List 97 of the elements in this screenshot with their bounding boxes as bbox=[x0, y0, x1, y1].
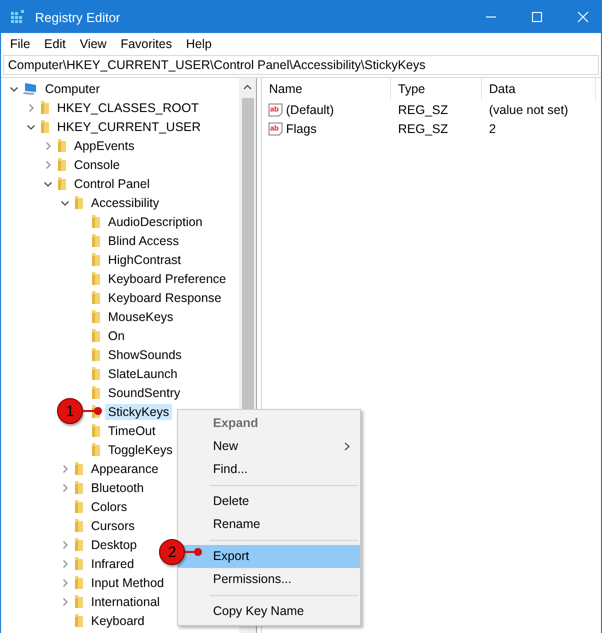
tree-item[interactable]: ShowSounds bbox=[105, 346, 185, 362]
folder-icon bbox=[91, 328, 101, 343]
tree-item[interactable]: Cursors bbox=[88, 518, 138, 534]
expand-chevron-icon[interactable] bbox=[43, 160, 53, 170]
tree-item[interactable]: SoundSentry bbox=[105, 384, 184, 400]
expand-chevron-icon[interactable] bbox=[60, 558, 70, 568]
folder-icon bbox=[74, 499, 84, 514]
callout-badge: 2 bbox=[159, 539, 185, 565]
menu-item[interactable]: Edit bbox=[37, 36, 73, 52]
expand-chevron-icon[interactable] bbox=[43, 140, 53, 150]
tree-item[interactable]: Keyboard bbox=[88, 612, 148, 628]
tree-item[interactable]: HKEY_CURRENT_USER bbox=[54, 118, 204, 134]
expand-chevron-icon[interactable] bbox=[60, 578, 70, 588]
folder-icon bbox=[74, 613, 84, 628]
app-icon bbox=[10, 9, 26, 25]
folder-icon bbox=[74, 518, 84, 533]
folder-icon bbox=[57, 176, 67, 191]
folder-icon bbox=[74, 461, 84, 476]
column-header[interactable]: Name bbox=[262, 78, 391, 100]
scroll-up-icon[interactable] bbox=[243, 84, 252, 90]
folder-icon bbox=[91, 385, 101, 400]
tree-item[interactable]: On bbox=[105, 328, 128, 344]
folder-icon bbox=[40, 119, 50, 134]
menu-item[interactable]: Find... bbox=[178, 458, 360, 481]
tree-item[interactable]: Blind Access bbox=[105, 232, 182, 248]
folder-icon bbox=[57, 157, 67, 172]
computer-icon bbox=[23, 82, 38, 96]
tree-item[interactable]: Keyboard Preference bbox=[105, 270, 230, 286]
menu-item[interactable]: Favorites bbox=[114, 36, 179, 52]
tree-item[interactable]: HKEY_CLASSES_ROOT bbox=[54, 100, 202, 116]
folder-icon bbox=[57, 138, 67, 153]
folder-icon bbox=[74, 480, 84, 495]
tree-item[interactable]: HighContrast bbox=[105, 252, 184, 268]
tree-item[interactable]: StickyKeys bbox=[105, 404, 172, 420]
value-data: 2 bbox=[488, 122, 497, 136]
expand-chevron-icon[interactable] bbox=[60, 596, 70, 606]
tree-item[interactable]: AudioDescription bbox=[105, 214, 206, 230]
tree-item[interactable]: Input Method bbox=[88, 574, 167, 590]
folder-icon bbox=[74, 537, 84, 552]
folder-icon bbox=[74, 575, 84, 590]
expand-chevron-icon[interactable] bbox=[60, 540, 70, 550]
tree-item[interactable]: Bluetooth bbox=[88, 480, 147, 496]
value-type: REG_SZ bbox=[397, 122, 450, 136]
menu-item[interactable]: File bbox=[3, 36, 38, 52]
folder-icon bbox=[91, 233, 101, 248]
menu-item[interactable]: Help bbox=[178, 36, 219, 52]
folder-icon bbox=[91, 366, 101, 381]
value-data: (value not set) bbox=[488, 102, 570, 116]
tree-item[interactable]: AppEvents bbox=[71, 138, 138, 154]
tree-item[interactable]: Infrared bbox=[88, 556, 138, 572]
tree-item[interactable]: Computer bbox=[42, 80, 103, 96]
leader-line bbox=[83, 406, 103, 416]
folder-icon bbox=[91, 290, 101, 305]
tree-item[interactable]: Desktop bbox=[88, 536, 140, 552]
folder-icon bbox=[74, 195, 84, 210]
tree-item[interactable]: Accessibility bbox=[88, 194, 162, 210]
folder-icon bbox=[91, 271, 101, 286]
leader-line bbox=[185, 547, 203, 557]
tree-item[interactable]: Colors bbox=[88, 498, 130, 514]
menu-item[interactable]: Export bbox=[178, 545, 360, 568]
tree-item[interactable]: Keyboard Response bbox=[105, 290, 224, 306]
tree-item[interactable]: Console bbox=[71, 156, 123, 172]
tree-item[interactable]: International bbox=[88, 594, 163, 610]
folder-icon bbox=[91, 252, 101, 267]
folder-icon bbox=[91, 442, 101, 457]
window-title: Registry Editor bbox=[35, 10, 120, 24]
expand-chevron-icon[interactable] bbox=[60, 482, 70, 492]
menu-item[interactable]: New bbox=[178, 435, 360, 458]
folder-icon bbox=[91, 214, 101, 229]
value-type: REG_SZ bbox=[397, 102, 450, 116]
menu-item[interactable]: Copy Key Name bbox=[178, 600, 360, 623]
folder-icon bbox=[74, 556, 84, 571]
folder-icon bbox=[40, 100, 50, 115]
tree-item[interactable]: Appearance bbox=[88, 460, 162, 476]
callout-badge: 1 bbox=[57, 398, 83, 424]
expand-chevron-icon[interactable] bbox=[60, 464, 70, 474]
folder-icon bbox=[91, 423, 101, 438]
tree-item[interactable]: TimeOut bbox=[105, 422, 158, 438]
column-header[interactable]: Data bbox=[482, 78, 596, 100]
maximize-icon[interactable] bbox=[531, 11, 543, 23]
menu-item[interactable]: Rename bbox=[178, 513, 360, 536]
folder-icon bbox=[91, 309, 101, 324]
menu-item[interactable]: View bbox=[72, 36, 114, 52]
tree-item[interactable]: MouseKeys bbox=[105, 308, 176, 324]
value-name: (Default) bbox=[286, 102, 334, 116]
close-icon[interactable] bbox=[577, 11, 589, 23]
folder-icon bbox=[91, 347, 101, 362]
menu-item[interactable]: Permissions... bbox=[178, 568, 360, 591]
tree-item[interactable]: SlateLaunch bbox=[105, 366, 181, 382]
column-header[interactable]: Type bbox=[391, 78, 482, 100]
value-name: Flags bbox=[286, 122, 317, 136]
menu-item[interactable]: Delete bbox=[178, 490, 360, 513]
tree-item[interactable]: ToggleKeys bbox=[105, 442, 176, 458]
tree-item[interactable]: Control Panel bbox=[71, 176, 153, 192]
expand-chevron-icon[interactable] bbox=[26, 102, 36, 112]
folder-icon bbox=[74, 594, 84, 609]
address-field[interactable]: Computer\HKEY_CURRENT_USER\Control Panel\Accessibility\StickyKeys bbox=[3, 55, 599, 75]
